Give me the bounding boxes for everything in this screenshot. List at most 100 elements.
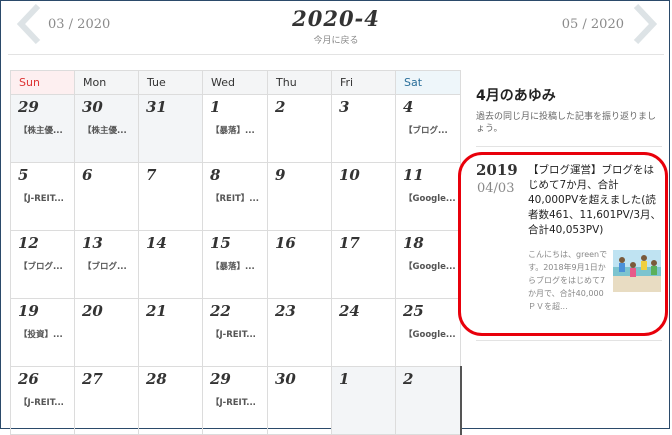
calendar-day-cell[interactable]: 24 [331, 298, 396, 367]
day-post-link[interactable]: 【J-REIT... [211, 328, 256, 340]
day-number: 27 [82, 370, 103, 388]
day-number: 5 [18, 166, 29, 184]
calendar-day-cell[interactable]: 13 【ブログ... [74, 230, 139, 299]
calendar-day-cell[interactable]: 17 [331, 230, 396, 299]
next-month-label: 05 / 2020 [561, 16, 624, 32]
day-number: 25 [403, 302, 424, 320]
sidebar-title: 4月のあゆみ [476, 88, 556, 104]
day-number: 3 [339, 98, 350, 116]
day-number: 24 [339, 302, 360, 320]
day-post-link[interactable]: 【REIT】... [211, 192, 259, 204]
calendar-day-cell[interactable]: 2 [395, 366, 462, 435]
calendar-day-cell[interactable]: 31 [138, 94, 203, 163]
day-number: 1 [210, 98, 221, 116]
calendar-day-cell[interactable]: 16 [267, 230, 332, 299]
day-post-link[interactable]: 【株主優... [83, 124, 127, 136]
calendar-day-cell[interactable]: 6 [74, 162, 139, 231]
calendar-day-cell[interactable]: 15 【暴落】... [202, 230, 268, 299]
day-number: 20 [82, 302, 103, 320]
calendar-day-cell[interactable]: 22 【J-REIT... [202, 298, 268, 367]
day-number: 2 [275, 98, 286, 116]
calendar-day-cell[interactable]: 1 [331, 366, 396, 435]
calendar-day-cell[interactable]: 7 [138, 162, 203, 231]
weekday-thu: Thu [267, 70, 332, 95]
day-number: 23 [275, 302, 296, 320]
day-number: 29 [210, 370, 231, 388]
day-post-link[interactable]: 【ブログ... [83, 260, 127, 272]
calendar-week-row: 26 【J-REIT... 27 28 29 【J-REIT... 30 1 2 [10, 366, 462, 435]
calendar-day-cell[interactable]: 19 【投資】... [10, 298, 75, 367]
calendar-day-cell[interactable]: 1 【暴落】... [202, 94, 268, 163]
day-post-link[interactable]: 【J-REIT... [211, 396, 256, 408]
calendar-day-cell[interactable]: 30 [267, 366, 332, 435]
calendar-day-cell[interactable]: 9 [267, 162, 332, 231]
day-number: 21 [146, 302, 167, 320]
calendar-day-cell[interactable]: 29 【J-REIT... [202, 366, 268, 435]
day-post-link[interactable]: 【暴落】... [211, 124, 255, 136]
day-post-link[interactable]: 【ブログ... [19, 260, 63, 272]
day-post-link[interactable]: 【J-REIT... [19, 396, 64, 408]
calendar-day-cell[interactable]: 28 [138, 366, 203, 435]
weekday-fri: Fri [331, 70, 396, 95]
day-number: 2 [403, 370, 414, 388]
calendar-day-cell[interactable]: 10 [331, 162, 396, 231]
calendar-day-cell[interactable]: 2 [267, 94, 332, 163]
day-post-link[interactable]: 【ブログ... [404, 124, 448, 136]
day-post-link[interactable]: 【Google... [404, 192, 456, 204]
next-month-link[interactable]: 05 / 2020 [562, 4, 660, 44]
day-number: 17 [339, 234, 360, 252]
day-number: 7 [146, 166, 157, 184]
day-post-link[interactable]: 【株主優... [19, 124, 63, 136]
day-number: 14 [146, 234, 167, 252]
day-post-link[interactable]: 【暴落】... [211, 260, 255, 272]
calendar-week-row: 29 【株主優... 30 【株主優... 31 1 【暴落】... 2 3 4 【ブログ... [10, 94, 461, 163]
day-number: 4 [403, 98, 414, 116]
day-number: 6 [82, 166, 93, 184]
day-post-link[interactable]: 【Google... [404, 328, 456, 340]
calendar-grid: Sun Mon Tue Wed Thu Fri Sat 29 【株主優... 30 【株主優...… [10, 70, 462, 435]
calendar-day-cell[interactable]: 26 【J-REIT... [10, 366, 75, 435]
sidebar-divider [476, 146, 662, 147]
calendar-day-cell[interactable]: 30 【株主優... [74, 94, 139, 163]
calendar-day-cell[interactable]: 21 [138, 298, 203, 367]
day-number: 1 [339, 370, 350, 388]
calendar-day-cell[interactable]: 23 [267, 298, 332, 367]
day-number: 18 [403, 234, 424, 252]
day-number: 15 [210, 234, 231, 252]
calendar-day-cell[interactable]: 29 【株主優... [10, 94, 75, 163]
chevron-right-icon [633, 4, 658, 44]
weekday-sat: Sat [395, 70, 461, 95]
day-post-link[interactable]: 【Google... [404, 260, 456, 272]
day-number: 10 [339, 166, 360, 184]
calendar-day-cell[interactable]: 25 【Google... [395, 298, 461, 367]
calendar-week-row: 12 【ブログ... 13 【ブログ... 14 15 【暴落】... 16 17 18 【Goog… [10, 230, 461, 299]
calendar-week-row: 19 【投資】... 20 21 22 【J-REIT... 23 24 25 【Google..… [10, 298, 461, 367]
day-number: 19 [18, 302, 39, 320]
calendar-day-cell[interactable]: 11 【Google... [395, 162, 461, 231]
weekday-mon: Mon [74, 70, 139, 95]
calendar-day-cell[interactable]: 18 【Google... [395, 230, 461, 299]
calendar-day-cell[interactable]: 4 【ブログ... [395, 94, 461, 163]
day-post-link[interactable]: 【J-REIT... [19, 192, 64, 204]
calendar-day-cell[interactable]: 5 【J-REIT... [10, 162, 75, 231]
calendar-week-row: 5 【J-REIT... 6 7 8 【REIT】... 9 10 11 【Google... [10, 162, 461, 231]
day-number: 16 [275, 234, 296, 252]
weekday-wed: Wed [202, 70, 268, 95]
day-number: 9 [275, 166, 286, 184]
weekday-sun: Sun [10, 70, 75, 95]
day-post-link[interactable]: 【投資】... [19, 328, 63, 340]
day-number: 11 [403, 166, 424, 184]
calendar-day-cell[interactable]: 20 [74, 298, 139, 367]
calendar-day-cell[interactable]: 12 【ブログ... [10, 230, 75, 299]
day-number: 29 [18, 98, 39, 116]
calendar-day-cell[interactable]: 8 【REIT】... [202, 162, 268, 231]
day-number: 30 [82, 98, 103, 116]
calendar-day-cell[interactable]: 3 [331, 94, 396, 163]
card-divider [476, 340, 662, 341]
day-number: 8 [210, 166, 221, 184]
day-number: 12 [18, 234, 39, 252]
calendar-day-cell[interactable]: 14 [138, 230, 203, 299]
calendar-day-cell[interactable]: 27 [74, 366, 139, 435]
day-number: 31 [146, 98, 167, 116]
day-number: 22 [210, 302, 231, 320]
